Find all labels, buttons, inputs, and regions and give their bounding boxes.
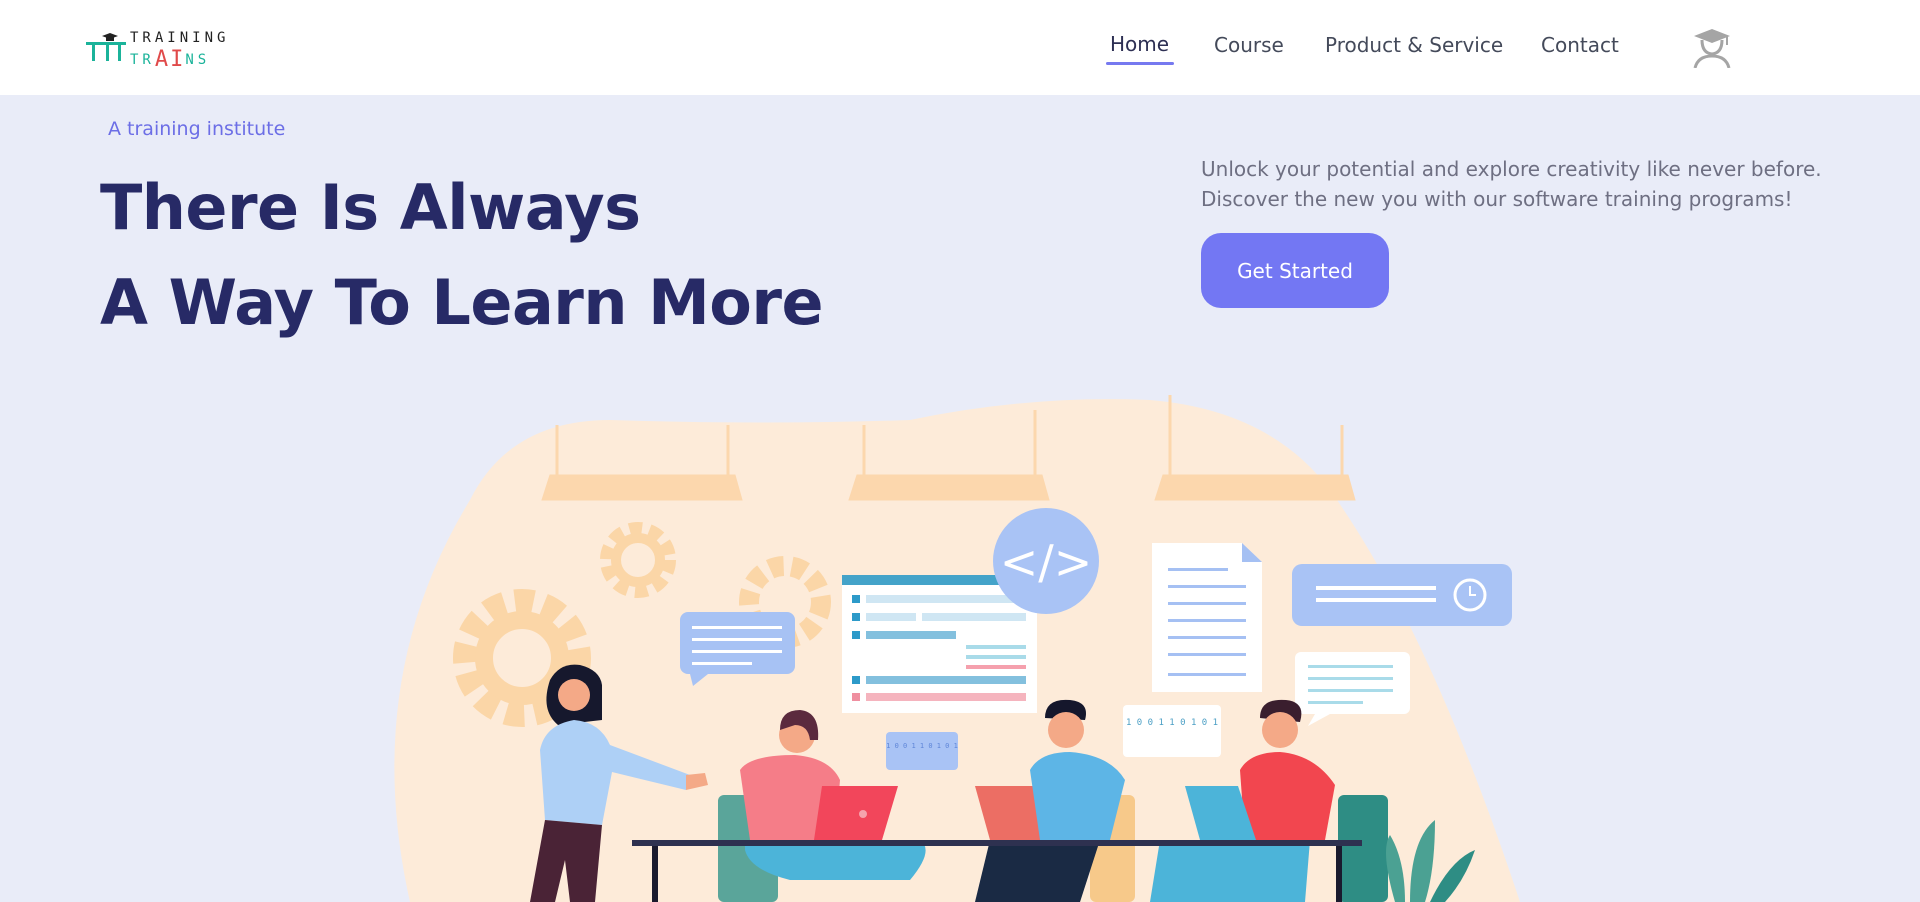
logo-text-line1: TRAINING xyxy=(130,30,230,46)
nav-active-indicator xyxy=(1106,62,1174,65)
logo-text-tr: TR xyxy=(130,52,155,68)
get-started-button[interactable]: Get Started xyxy=(1201,233,1389,308)
nav-contact[interactable]: Contact xyxy=(1541,33,1619,57)
logo-text-line2: TRAINS xyxy=(130,45,211,72)
logo-mark-icon xyxy=(86,33,126,61)
nav-course[interactable]: Course xyxy=(1214,33,1284,57)
graduate-avatar-icon[interactable] xyxy=(1690,26,1734,68)
document-icon xyxy=(1152,543,1262,692)
hero-title: There Is Always A Way To Learn More xyxy=(100,160,824,350)
hero-title-line2: A Way To Learn More xyxy=(100,266,824,339)
desk xyxy=(632,840,1362,846)
schedule-card xyxy=(1292,564,1512,626)
nav-product-service[interactable]: Product & Service xyxy=(1325,33,1503,57)
binary-bubble-left: 1 0 0 1 1 0 1 0 1 xyxy=(886,732,958,770)
chair-3 xyxy=(1338,795,1388,902)
svg-text:1 0 0 1 1 0 1 0 1: 1 0 0 1 1 0 1 0 1 xyxy=(886,742,958,750)
logo-text-ai: AI xyxy=(154,47,186,72)
nav-home[interactable]: Home xyxy=(1110,32,1169,56)
hero-tagline: A training institute xyxy=(108,118,286,140)
code-icon: </> xyxy=(993,508,1099,614)
hero-title-line1: There Is Always xyxy=(100,171,641,244)
logo-text-ns: NS xyxy=(185,52,211,68)
hero-description: Unlock your potential and explore creati… xyxy=(1201,157,1822,211)
svg-text:1 0 0 1 1 0 1 0 1: 1 0 0 1 1 0 1 0 1 xyxy=(1126,718,1218,728)
team-training-illustration: </> 1 0 0 1 1 0 1 0 1 1 0 0 1 1 0 1 0 1 xyxy=(394,395,1520,902)
binary-bubble-right: 1 0 0 1 1 0 1 0 1 xyxy=(1123,705,1221,757)
svg-text:</>: </> xyxy=(1000,535,1093,589)
brand-logo[interactable]: TRAINING TRAINS xyxy=(84,26,244,72)
site-header: TRAINING TRAINS Home Course Product & Se… xyxy=(0,0,1920,95)
